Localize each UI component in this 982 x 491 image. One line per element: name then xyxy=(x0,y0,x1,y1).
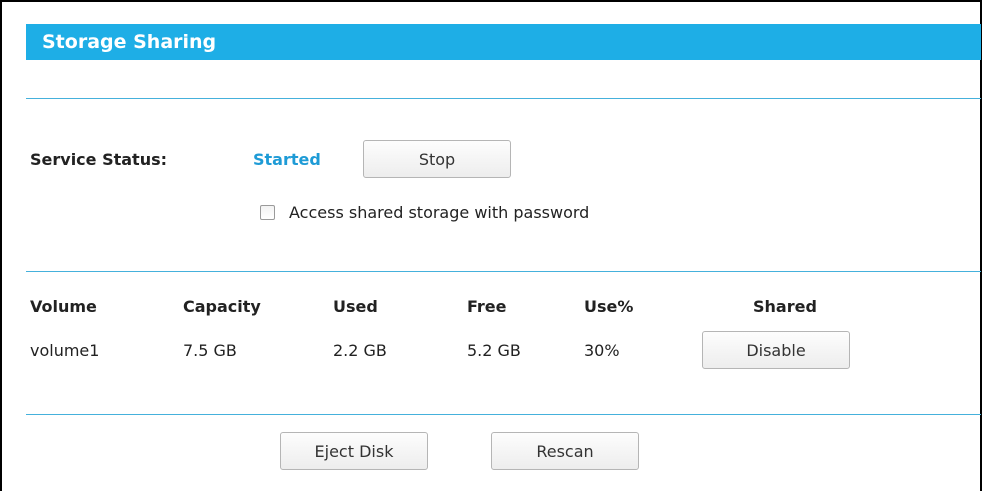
cell-use-percent: 30% xyxy=(584,341,620,360)
eject-disk-button[interactable]: Eject Disk xyxy=(280,432,428,470)
title-bar: Storage Sharing xyxy=(26,24,981,60)
column-header-used: Used xyxy=(333,297,378,316)
column-header-capacity: Capacity xyxy=(183,297,261,316)
page-frame: Storage Sharing Service Status: Started … xyxy=(0,0,982,491)
column-header-volume: Volume xyxy=(30,297,97,316)
cell-free: 5.2 GB xyxy=(467,341,521,360)
service-status-label: Service Status: xyxy=(30,150,168,169)
password-checkbox-label: Access shared storage with password xyxy=(289,203,590,222)
password-checkbox[interactable] xyxy=(260,205,275,220)
cell-capacity: 7.5 GB xyxy=(183,341,237,360)
cell-used: 2.2 GB xyxy=(333,341,387,360)
service-status-value: Started xyxy=(253,150,321,169)
column-header-free: Free xyxy=(467,297,507,316)
column-header-use-percent: Use% xyxy=(584,297,634,316)
cell-volume: volume1 xyxy=(30,341,100,360)
column-header-shared: Shared xyxy=(753,297,817,316)
divider-bottom xyxy=(26,414,981,415)
page-title: Storage Sharing xyxy=(42,31,217,53)
divider-middle xyxy=(26,271,981,272)
stop-button[interactable]: Stop xyxy=(363,140,511,178)
rescan-button[interactable]: Rescan xyxy=(491,432,639,470)
divider-top xyxy=(26,98,981,99)
disable-sharing-button[interactable]: Disable xyxy=(702,331,850,369)
